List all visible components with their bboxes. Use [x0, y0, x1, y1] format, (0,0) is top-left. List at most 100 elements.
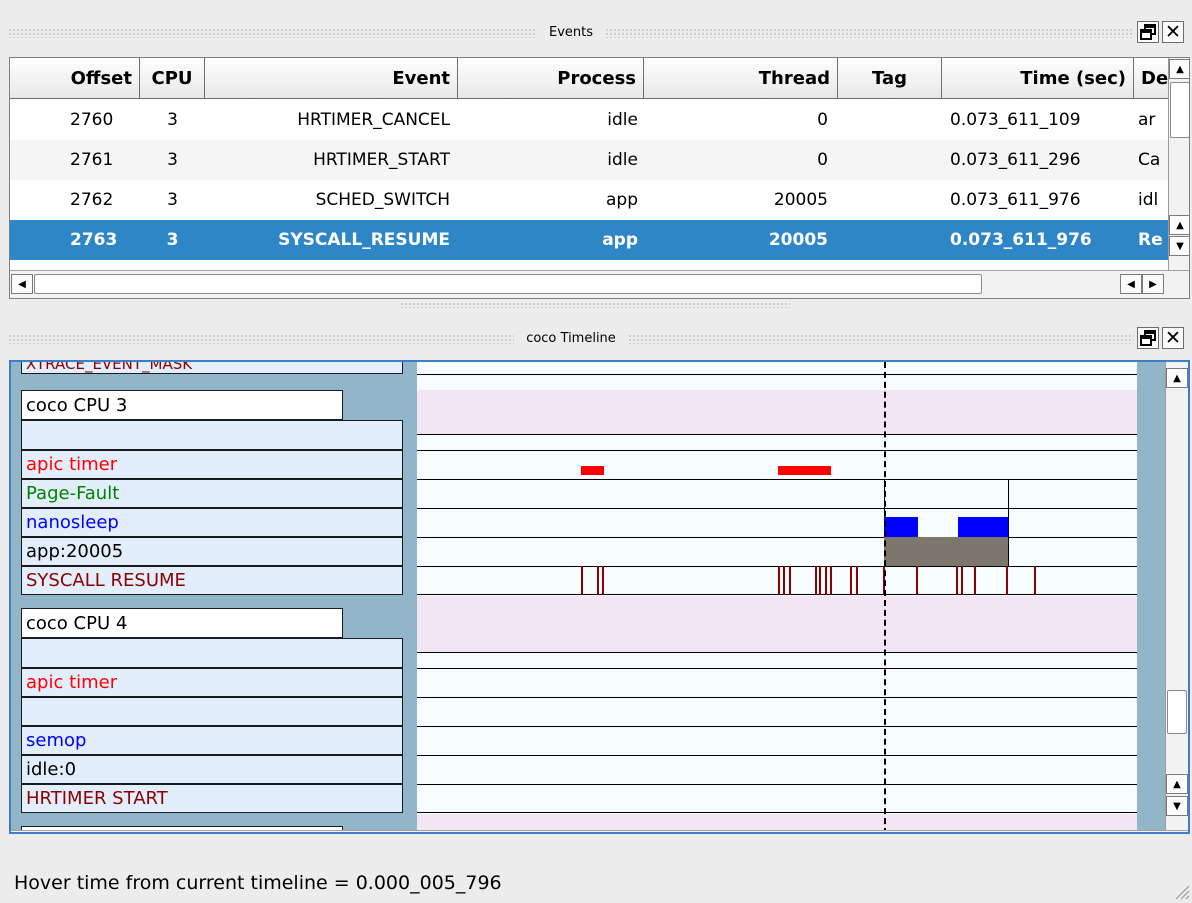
- timeline-lane: [417, 697, 1137, 726]
- cell-time: 0.073_611_296: [950, 150, 1081, 170]
- cell-process: idle: [607, 150, 638, 170]
- events-dock-title: Events: [549, 24, 594, 40]
- column-header-thread[interactable]: Thread: [644, 58, 838, 99]
- timeline-lane: [417, 652, 1137, 668]
- scroll-thumb[interactable]: [34, 274, 982, 294]
- lane-label: app:20005: [21, 537, 403, 566]
- arrow-left-icon[interactable]: ◀: [11, 274, 33, 294]
- close-icon[interactable]: ✕: [1162, 21, 1185, 43]
- cell-description: idl: [1138, 190, 1159, 210]
- cell-thread: 0: [817, 110, 828, 130]
- cell-tag: [838, 100, 942, 140]
- column-header-process[interactable]: Process: [458, 58, 644, 99]
- column-header-tag[interactable]: Tag: [838, 58, 942, 99]
- timeline-lane: [417, 755, 1137, 784]
- resize-grip-icon[interactable]: [1172, 882, 1190, 900]
- table-row[interactable]: 2761 3 HRTIMER_START idle 0 0.073_611_29…: [10, 140, 1168, 180]
- cell-thread: 0: [817, 150, 828, 170]
- arrow-right-icon[interactable]: ▶: [1142, 274, 1164, 294]
- page-fault-boundary: [1008, 479, 1009, 566]
- table-row[interactable]: 2762 3 SCHED_SWITCH app 20005 0.073_611_…: [10, 180, 1168, 220]
- arrow-up-icon[interactable]: ▲: [1169, 215, 1189, 235]
- lane-label: Page-Fault: [21, 479, 403, 508]
- drag-grip[interactable]: [605, 28, 1135, 38]
- cell-description: ar: [1138, 110, 1156, 130]
- arrow-down-icon[interactable]: ▼: [1169, 236, 1189, 256]
- arrow-up-icon[interactable]: ▲: [1169, 59, 1189, 79]
- cell-time: 0.073_611_976: [950, 190, 1081, 210]
- arrow-left-icon[interactable]: ◀: [12, 832, 34, 834]
- nanosleep-event[interactable]: [958, 517, 1008, 537]
- drag-grip[interactable]: [8, 334, 515, 344]
- timeline-lane: [417, 479, 1137, 508]
- timeline-horizontal-scrollbar[interactable]: ◀ ◀ ▶: [11, 830, 1188, 834]
- hover-time-text: Hover time from current timeline = 0.000…: [14, 871, 502, 894]
- lane-label: SYSCALL RESUME: [21, 566, 403, 595]
- lane-label: XTRACE_EVENT_MASK: [21, 362, 403, 374]
- lane-label: HRTIMER START: [21, 784, 403, 813]
- scroll-thumb[interactable]: [35, 832, 207, 834]
- cell-process: app: [606, 190, 638, 210]
- cell-cpu: 3: [167, 110, 178, 130]
- arrow-left-icon[interactable]: ◀: [1120, 274, 1142, 294]
- thread-run-bar[interactable]: [884, 537, 1008, 566]
- events-dock-titlebar[interactable]: Events ✕: [8, 14, 1185, 50]
- events-vertical-scrollbar[interactable]: ▲ ▲ ▼: [1168, 58, 1189, 270]
- arrow-up-icon[interactable]: ▲: [1166, 368, 1188, 388]
- column-header-cpu[interactable]: CPU: [140, 58, 205, 99]
- restore-window-icon[interactable]: [1137, 21, 1160, 43]
- cell-time: 0.073_611_976: [950, 230, 1092, 250]
- drag-grip[interactable]: [8, 28, 537, 38]
- cell-event: SYSCALL_RESUME: [278, 230, 450, 250]
- lane-label: semop: [21, 726, 403, 755]
- timeline-lane: [417, 374, 1137, 390]
- cell-event: SCHED_SWITCH: [315, 190, 450, 210]
- cell-cpu: 3: [167, 150, 178, 170]
- cell-tag: [838, 140, 942, 180]
- timeline-lane: [417, 784, 1137, 813]
- arrow-up-icon[interactable]: ▲: [1166, 774, 1188, 794]
- lane-label: apic timer: [21, 668, 403, 697]
- cpu-band: [417, 390, 1137, 434]
- column-header-time[interactable]: Time (sec): [942, 58, 1134, 99]
- cell-tag: [838, 180, 942, 220]
- restore-window-icon[interactable]: [1137, 327, 1159, 349]
- arrow-right-icon[interactable]: ▶: [1140, 832, 1162, 834]
- lane-label: idle:0: [21, 755, 403, 784]
- timeline-lane: [417, 537, 1137, 566]
- cell-thread: 20005: [773, 190, 828, 210]
- apic-timer-event[interactable]: [581, 466, 604, 475]
- lane-label: nanosleep: [21, 508, 403, 537]
- timeline-dock-title: coco Timeline: [526, 330, 616, 346]
- timeline-view[interactable]: XTRACE_EVENT_MASK coco CPU 3 apic timer …: [9, 360, 1190, 834]
- column-header-offset[interactable]: Offset: [10, 58, 140, 99]
- arrow-left-icon[interactable]: ◀: [1118, 832, 1140, 834]
- scroll-thumb[interactable]: [1170, 82, 1189, 138]
- nanosleep-event[interactable]: [884, 517, 918, 537]
- arrow-down-icon[interactable]: ▼: [1166, 796, 1188, 816]
- apic-timer-event[interactable]: [778, 466, 831, 475]
- table-row[interactable]: 2760 3 HRTIMER_CANCEL idle 0 0.073_611_1…: [10, 100, 1168, 140]
- timeline-cursor[interactable]: [884, 362, 886, 832]
- timeline-vertical-scrollbar[interactable]: ▲ ▲ ▼: [1165, 362, 1188, 830]
- timeline-plot[interactable]: [417, 362, 1137, 832]
- timeline-dock-titlebar[interactable]: coco Timeline ✕: [8, 320, 1184, 356]
- cell-offset: 2762: [70, 190, 114, 210]
- cpu-header-label: coco CPU 4: [21, 608, 343, 638]
- cell-cpu: 3: [167, 190, 178, 210]
- cell-description: Ca: [1138, 150, 1161, 170]
- scroll-thumb[interactable]: [1167, 690, 1187, 734]
- panel-splitter[interactable]: [400, 302, 790, 308]
- column-header-event[interactable]: Event: [205, 58, 458, 99]
- events-table[interactable]: Offset CPU Event Process Thread Tag Time…: [9, 57, 1190, 299]
- table-row-selected[interactable]: 2763 3 SYSCALL_RESUME app 20005 0.073_61…: [10, 220, 1168, 260]
- timeline-lane: [417, 668, 1137, 697]
- close-icon[interactable]: ✕: [1162, 327, 1184, 349]
- drag-grip[interactable]: [627, 334, 1134, 344]
- status-bar: Hover time from current timeline = 0.000…: [0, 862, 1192, 903]
- lane-label: [21, 638, 403, 668]
- events-horizontal-scrollbar[interactable]: ◀ ◀ ▶: [10, 270, 1189, 298]
- cell-description: Re: [1138, 230, 1163, 250]
- syscall-resume-ticks: [581, 566, 1036, 595]
- cell-event: HRTIMER_CANCEL: [297, 110, 450, 130]
